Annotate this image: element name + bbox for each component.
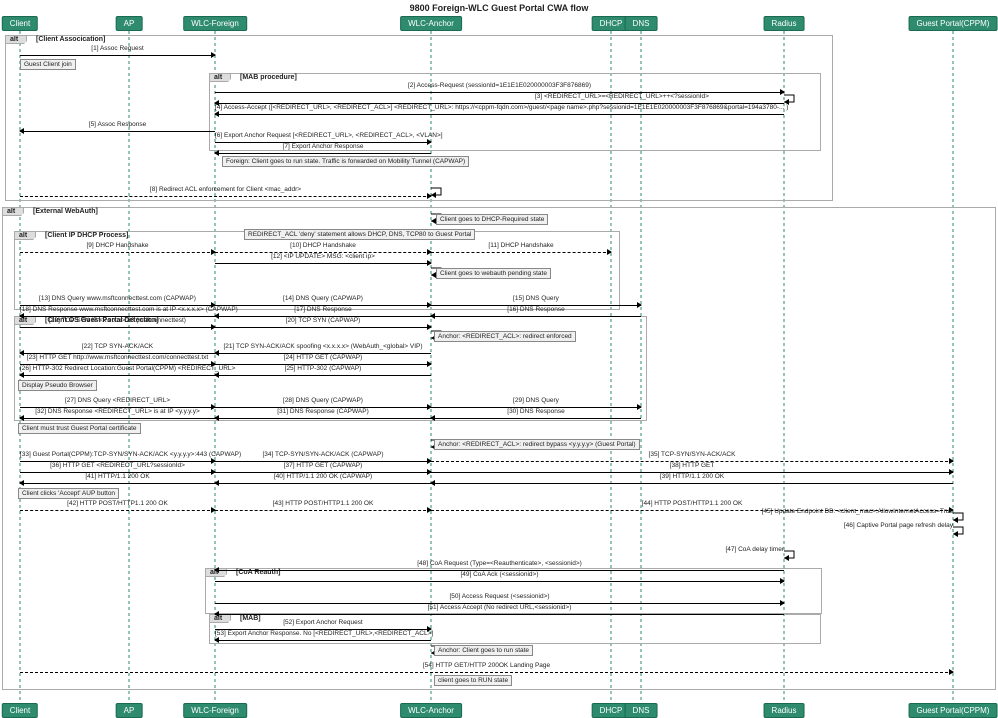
- message: [4] Access-Accept ([<REDIRECT_URL>, <RED…: [215, 107, 784, 117]
- message: [31] DNS Response (CAPWAP): [215, 411, 431, 421]
- participant-client: Client: [2, 703, 38, 718]
- fragment-title: [External WebAuth]: [33, 208, 98, 215]
- message: [51] Access Accept (No redirect URL,<ses…: [215, 607, 784, 617]
- participant-radius: Radius: [764, 16, 805, 31]
- participant-wlcf: WLC-Foreign: [183, 16, 247, 31]
- fragment-label: alt: [210, 74, 231, 82]
- diagram-title: 9800 Foreign-WLC Guest Portal CWA flow: [0, 0, 998, 16]
- note: Anchor: <REDIRECT_ACL>: redirect bypass …: [434, 439, 640, 450]
- note: Client goes to webauth pending state: [436, 268, 551, 279]
- participant-dns: DNS: [625, 703, 658, 718]
- message: [53] Export Anchor Response. No [<REDIRE…: [215, 633, 431, 643]
- participant-radius: Radius: [764, 703, 805, 718]
- note: Guest Client join: [20, 59, 76, 70]
- note: Client goes to DHCP-Required state: [436, 214, 548, 225]
- message: [1] Assoc Request: [20, 48, 215, 58]
- self-message: [784, 93, 798, 105]
- participants-bottom: ClientAPWLC-ForeignWLC-AnchorDHCPDNSRadi…: [0, 703, 998, 718]
- self-message-label: [45] Update Endpoint DB: <client_mac>:Al…: [762, 508, 953, 515]
- participant-wlcf: WLC-Foreign: [183, 703, 247, 718]
- fragment-label: alt: [3, 208, 24, 216]
- message: [9] DHCP Handshake: [20, 245, 215, 255]
- note: REDIRECT_ACL 'deny' statement allows DHC…: [244, 229, 475, 240]
- note: Client must trust Guest Portal certifica…: [18, 423, 141, 434]
- note: Client clicks 'Accept' AUP button: [18, 488, 119, 499]
- fragment-label: alt: [6, 36, 27, 44]
- message: [39] HTTP/1.1 200 OK: [431, 476, 953, 486]
- message: [54] HTTP GET/HTTP 200OK Landing Page: [20, 665, 953, 675]
- message: [16] DNS Response: [431, 309, 641, 319]
- message: [43] HTTP POST/HTTP1.1 200 OK: [215, 503, 431, 513]
- participant-ap: AP: [116, 16, 143, 31]
- message: [32] DNS Response <REDIRECT_URL> is at I…: [20, 411, 215, 421]
- participant-wlca: WLC-Anchor: [400, 703, 462, 718]
- fragment-title: [Client Assocication]: [36, 36, 105, 43]
- note: Anchor: <REDIRECT_ACL>: redirect enforce…: [434, 331, 576, 342]
- fragment-label: alt: [15, 232, 36, 240]
- message: [40] HTTP/1.1 200 OK (CAPWAP): [215, 476, 431, 486]
- self-message: [431, 186, 445, 198]
- message: [20] TCP SYN (CAPWAP): [215, 320, 431, 330]
- fragment-title: [Client IP DHCP Process]: [45, 232, 128, 239]
- note: Display Pseudo Browser: [18, 380, 97, 391]
- self-message-label: [46] Captive Portal page refresh delay: [844, 522, 953, 529]
- self-message: [47] CoA delay timer: [784, 549, 798, 561]
- participants-top: ClientAPWLC-ForeignWLC-AnchorDHCPDNSRadi…: [0, 16, 998, 31]
- message: [49] CoA Ack (<sessionid>): [215, 574, 784, 584]
- message: [25] HTTP-302 (CAPWAP): [215, 368, 431, 378]
- message: [8] Redirect ACL enforcement for Client …: [20, 189, 431, 199]
- message: [42] HTTP POST/HTTP1.1 200 OK: [20, 503, 215, 513]
- message: [5] Assoc Response: [20, 124, 215, 134]
- participant-portal: Guest Portal(CPPM): [909, 703, 998, 718]
- participant-ap: AP: [116, 703, 143, 718]
- participant-wlca: WLC-Anchor: [400, 16, 462, 31]
- message: [41] HTTP/1.1 200 OK: [20, 476, 215, 486]
- participant-client: Client: [2, 16, 38, 31]
- participant-dns: DNS: [625, 16, 658, 31]
- message: [26] HTTP-302 Redirect Location:Guest Po…: [20, 368, 215, 378]
- self-message: [45] Update Endpoint DB: <client_mac>:Al…: [953, 511, 967, 523]
- message: [11] DHCP Handshake: [431, 245, 611, 255]
- self-message: [46] Captive Portal page refresh delay: [953, 525, 967, 537]
- message: [30] DNS Response: [431, 411, 641, 421]
- note: Foreign: Client goes to run state. Traff…: [222, 156, 469, 167]
- message: [7] Export Anchor Response: [215, 146, 431, 156]
- fragment-title: [MAB procedure]: [240, 74, 297, 81]
- note: Anchor: Client goes to run state: [434, 645, 533, 656]
- note: client goes to RUN state: [434, 675, 512, 686]
- message: [19] TCP SYN IP <x.x.x.x>:80 (msftconnec…: [20, 320, 215, 330]
- message: [12] <IP UPDATE> MSG: <client ip>: [215, 256, 431, 266]
- self-message-label: [47] CoA delay timer: [725, 546, 784, 553]
- diagram-body: alt [Client Assocication] alt [MAB procedur…: [0, 31, 998, 701]
- participant-portal: Guest Portal(CPPM): [909, 16, 998, 31]
